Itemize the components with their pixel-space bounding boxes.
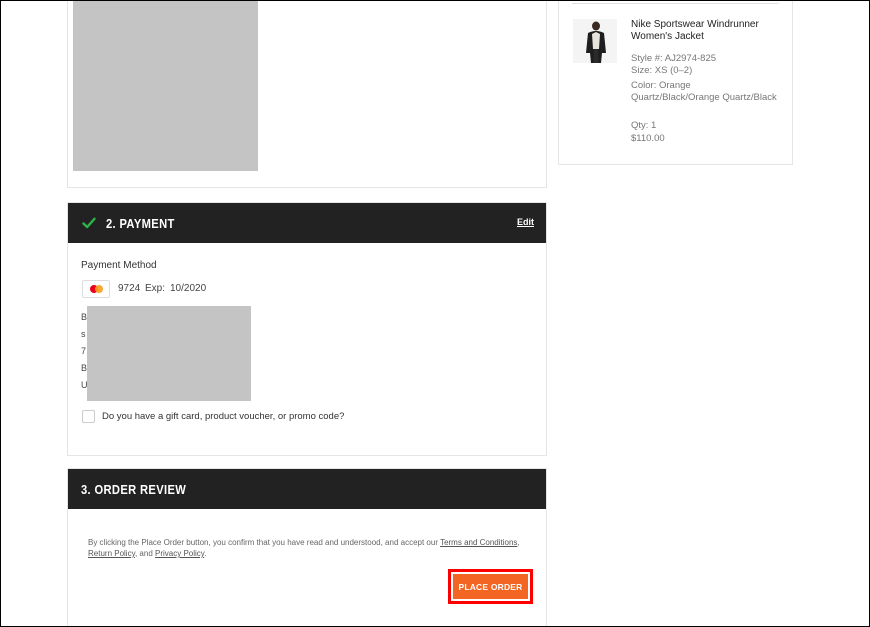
edit-payment-link[interactable]: Edit bbox=[517, 217, 534, 227]
promo-code-label[interactable]: Do you have a gift card, product voucher… bbox=[102, 411, 344, 422]
legal-separator: , and bbox=[134, 549, 155, 558]
legal-separator: , bbox=[517, 538, 520, 547]
redacted-shipping-info bbox=[73, 1, 258, 171]
legal-suffix: . bbox=[204, 549, 207, 558]
terms-and-conditions-link[interactable]: Terms and Conditions bbox=[440, 538, 517, 547]
return-policy-link[interactable]: Return Policy bbox=[88, 549, 135, 558]
jacket-model-icon bbox=[573, 19, 617, 63]
product-price: $110.00 bbox=[631, 133, 665, 144]
privacy-policy-link[interactable]: Privacy Policy bbox=[155, 549, 204, 558]
billing-address-line: s bbox=[81, 329, 86, 339]
payment-step-title: 2. PAYMENT bbox=[106, 216, 175, 231]
card-last4: 9724 bbox=[118, 283, 141, 294]
legal-notice: By clicking the Place Order button, you … bbox=[88, 537, 534, 559]
order-summary-panel: Nike Sportswear Windrunner Women's Jacke… bbox=[558, 1, 793, 165]
product-name: Nike Sportswear Windrunner Women's Jacke… bbox=[631, 19, 759, 42]
payment-header: 2. PAYMENT Edit bbox=[68, 203, 546, 243]
place-order-highlight: PLACE ORDER bbox=[448, 569, 533, 604]
order-review-step-title: 3. ORDER REVIEW bbox=[81, 482, 187, 497]
payment-method-label: Payment Method bbox=[81, 260, 157, 271]
summary-divider bbox=[572, 3, 779, 4]
card-exp-value: 10/2020 bbox=[170, 283, 207, 294]
mastercard-icon bbox=[82, 280, 110, 298]
product-quantity: Qty: 1 bbox=[631, 120, 657, 131]
product-size: Size: XS (0–2) bbox=[631, 65, 693, 76]
redacted-billing-address bbox=[87, 306, 251, 401]
place-order-button[interactable]: PLACE ORDER bbox=[453, 574, 528, 599]
payment-panel: 2. PAYMENT Edit Payment Method 9724 Exp:… bbox=[67, 202, 547, 456]
product-style-number: Style #: AJ2974-825 bbox=[631, 53, 717, 64]
checkmark-icon bbox=[82, 217, 96, 229]
billing-address-line: 7 bbox=[81, 346, 87, 356]
legal-text: By clicking the Place Order button, you … bbox=[88, 538, 441, 547]
shipping-panel bbox=[67, 1, 547, 188]
order-review-panel: 3. ORDER REVIEW By clicking the Place Or… bbox=[67, 468, 547, 626]
checkout-page: 2. PAYMENT Edit Payment Method 9724 Exp:… bbox=[0, 0, 870, 627]
card-exp-label: Exp: bbox=[145, 283, 166, 294]
product-color: Color: Orange Quartz/Black/Orange Quartz… bbox=[631, 80, 777, 103]
product-image bbox=[573, 19, 617, 63]
order-review-header: 3. ORDER REVIEW bbox=[68, 469, 546, 509]
promo-code-checkbox[interactable] bbox=[82, 410, 95, 423]
